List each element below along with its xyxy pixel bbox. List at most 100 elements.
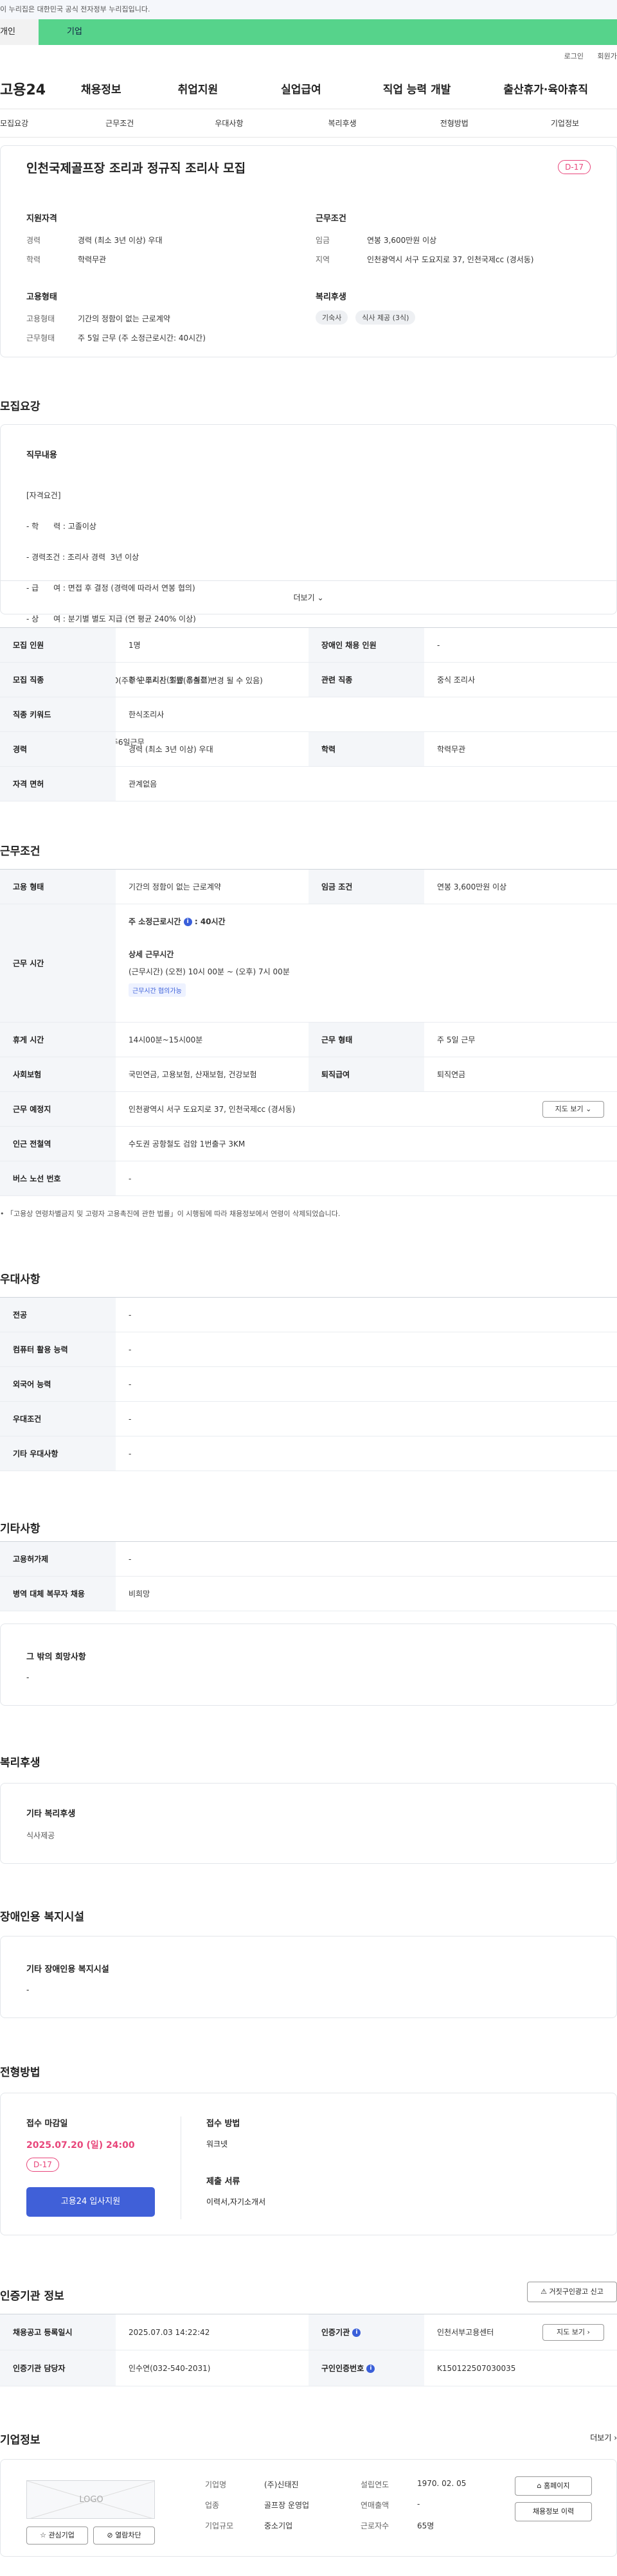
emp-label: 고용형태	[26, 314, 55, 323]
row-value: 1명	[116, 627, 308, 663]
info-icon[interactable]: i	[366, 2365, 375, 2373]
company-value: -	[417, 2500, 420, 2509]
row-label: 근무 시간	[0, 904, 116, 1023]
table-row: 우대조건 -	[0, 1401, 617, 1436]
report-button[interactable]: ⚠ 거짓구인광고 신고	[527, 2282, 617, 2302]
anchor-item[interactable]: 기업정보	[551, 118, 579, 129]
company-more-label: 더보기	[590, 2433, 612, 2442]
job-line: - 상 여 : 분기별 별도 지급 (연 평균 240% 이상)	[26, 614, 196, 623]
nav-item[interactable]: 직업 능력 개발	[383, 80, 451, 96]
nav-item[interactable]: 실업급여	[281, 80, 321, 96]
section-heading: 기타사항	[0, 1523, 40, 1535]
site-logo[interactable]: 고용24	[0, 78, 71, 99]
more-button[interactable]: 더보기 ⌄	[1, 580, 616, 614]
join-link[interactable]: 회원가입	[598, 52, 617, 60]
job-line: - 학 력 : 고졸이상	[26, 522, 96, 531]
star-icon: ☆	[40, 2531, 46, 2539]
row-label: 인근 전철역	[0, 1126, 116, 1161]
map-view-button[interactable]: 지도 보기 ›	[542, 2324, 604, 2341]
row-label: 퇴직급여	[308, 1057, 424, 1092]
section-heading: 장애인용 복지시설	[0, 1911, 85, 1924]
row-label: 관련 직종	[308, 662, 424, 697]
welfare-title: 복리후생	[316, 292, 346, 302]
row-label: 학력	[308, 731, 424, 767]
agency-value: 인천서부고용센터	[437, 2328, 494, 2337]
qual-value: 학력무관	[78, 255, 107, 264]
emp-label: 근무형태	[26, 334, 55, 343]
welfare-box-title: 기타 복리후생	[26, 1809, 76, 1819]
apply-button[interactable]: 고용24 입사지원	[26, 2187, 155, 2217]
chevron-down-icon: ⌄	[317, 593, 324, 602]
disab-box: 기타 장애인용 복지시설 -	[0, 1936, 617, 2018]
tab-corporate[interactable]: 기업	[39, 19, 617, 45]
summary-card: 인천국제골프장 조리과 정규직 조리사 모집 D-17 지원자격 경력 경력 (…	[0, 145, 617, 357]
nav-item[interactable]: 채용정보	[81, 80, 121, 96]
table-row: 모집 인원 1명 장애인 채용 인원 -	[0, 627, 617, 663]
cond-value: 인천광역시 서구 도요지로 37, 인천국제cc (경서동)	[367, 255, 534, 264]
map-view-button[interactable]: 지도 보기 ⌄	[542, 1101, 604, 1118]
dday-badge: D-17	[558, 160, 591, 174]
block-button[interactable]: ⊘ 열람차단	[93, 2527, 155, 2545]
welfare-box-value: 식사제공	[26, 1831, 55, 1840]
row-label-text: 인증기관	[321, 2328, 350, 2337]
info-icon[interactable]: i	[183, 918, 192, 926]
row-label: 휴게 시간	[0, 1022, 116, 1057]
tag-wrap: 근무시간 협의가능	[129, 983, 604, 997]
row-value: 주 5일 근무	[424, 1022, 617, 1057]
method-title: 접수 방법	[206, 2119, 240, 2129]
section-heading: 전형방법	[0, 2066, 40, 2079]
table-row: 자격 면허 관계없음	[0, 766, 617, 801]
company-card: LOGO ☆ 관심기업 ⊘ 열람차단 기업명 (주)신태진 업종 골프장 운영업…	[0, 2459, 617, 2557]
nav-item[interactable]: 출산휴가·육아휴직	[503, 80, 588, 96]
table-row: 외국어 능력 -	[0, 1366, 617, 1402]
row-label: 근무 형태	[308, 1022, 424, 1057]
table-row: 인근 전철역 수도권 공항철도 검암 1번출구 3KM	[0, 1126, 617, 1161]
dday-badge: D-17	[26, 2158, 59, 2172]
homepage-button[interactable]: ⌂ 홈페이지	[515, 2476, 592, 2496]
qual-title: 지원자격	[26, 214, 57, 224]
anchor-item[interactable]: 모집요강	[0, 118, 28, 129]
etc-box-title: 그 밖의 희망사항	[26, 1652, 86, 1662]
top-tabs: 개인 기업	[0, 19, 617, 45]
more-label: 더보기	[293, 593, 315, 602]
company-value: (주)신태진	[264, 2480, 299, 2489]
home-icon: ⌂	[537, 2482, 542, 2490]
anchor-item[interactable]: 복리후생	[328, 118, 357, 129]
row-label: 자격 면허	[0, 766, 116, 801]
company-label: 근로자수	[361, 2521, 389, 2530]
table-row: 근무 시간 주 소정근로시간 i : 40시간 상세 근무시간 (근무시간) (…	[0, 904, 617, 1023]
table-row: 경력 경력 (최소 3년 이상) 우대 학력 학력무관	[0, 731, 617, 767]
anchor-item[interactable]: 우대사항	[215, 118, 243, 129]
anchor-item[interactable]: 전형방법	[440, 118, 469, 129]
row-value: -	[424, 627, 617, 663]
agency-cell: 인천서부고용센터 지도 보기 ›	[424, 2314, 617, 2350]
row-label: 사회보험	[0, 1057, 116, 1092]
row-label: 장애인 채용 인원	[308, 627, 424, 663]
info-icon[interactable]: i	[352, 2329, 361, 2337]
company-logo: LOGO	[26, 2480, 155, 2519]
table-row: 기타 우대사항 -	[0, 1436, 617, 1471]
job-history-button[interactable]: 채용정보 이력	[515, 2502, 592, 2521]
fav-company-button[interactable]: ☆ 관심기업	[26, 2527, 88, 2545]
tab-individual[interactable]: 개인	[0, 19, 39, 45]
map-btn-label: 지도 보기	[555, 1105, 584, 1113]
company-value: 65명	[417, 2521, 434, 2530]
nav-item[interactable]: 취업지원	[178, 80, 219, 96]
row-value: 중식 조리사	[424, 662, 617, 697]
map-btn-label: 지도 보기	[557, 2328, 586, 2336]
row-value: 국민연금, 고용보험, 산재보험, 건강보험	[116, 1057, 308, 1092]
login-link[interactable]: 로그인	[564, 52, 584, 60]
docs-title: 제출 서류	[206, 2177, 240, 2187]
row-label: 모집 인원	[0, 627, 116, 663]
row-value: 14시00분~15시00분	[116, 1022, 308, 1057]
row-value: 연봉 3,600만원 이상	[424, 869, 617, 904]
anchor-nav: 모집요강 근무조건 우대사항 복리후생 전형방법 기업정보	[0, 109, 617, 138]
table-row: 사회보험 국민연금, 고용보험, 산재보험, 건강보험 퇴직급여 퇴직연금	[0, 1057, 617, 1092]
row-label-text: 구인인증번호	[321, 2364, 364, 2373]
docs-value: 이력서,자기소개서	[206, 2197, 266, 2206]
job-desc-title: 직무내용	[26, 451, 57, 460]
anchor-item[interactable]: 근무조건	[105, 118, 134, 129]
cond-value: 연봉 3,600만원 이상	[367, 236, 437, 245]
company-more-link[interactable]: 더보기 ›	[590, 2432, 617, 2443]
recruit-table: 모집 인원 1명 장애인 채용 인원 - 모집 직종 한식 조리사(일반 음식점) 관련 …	[0, 627, 617, 801]
